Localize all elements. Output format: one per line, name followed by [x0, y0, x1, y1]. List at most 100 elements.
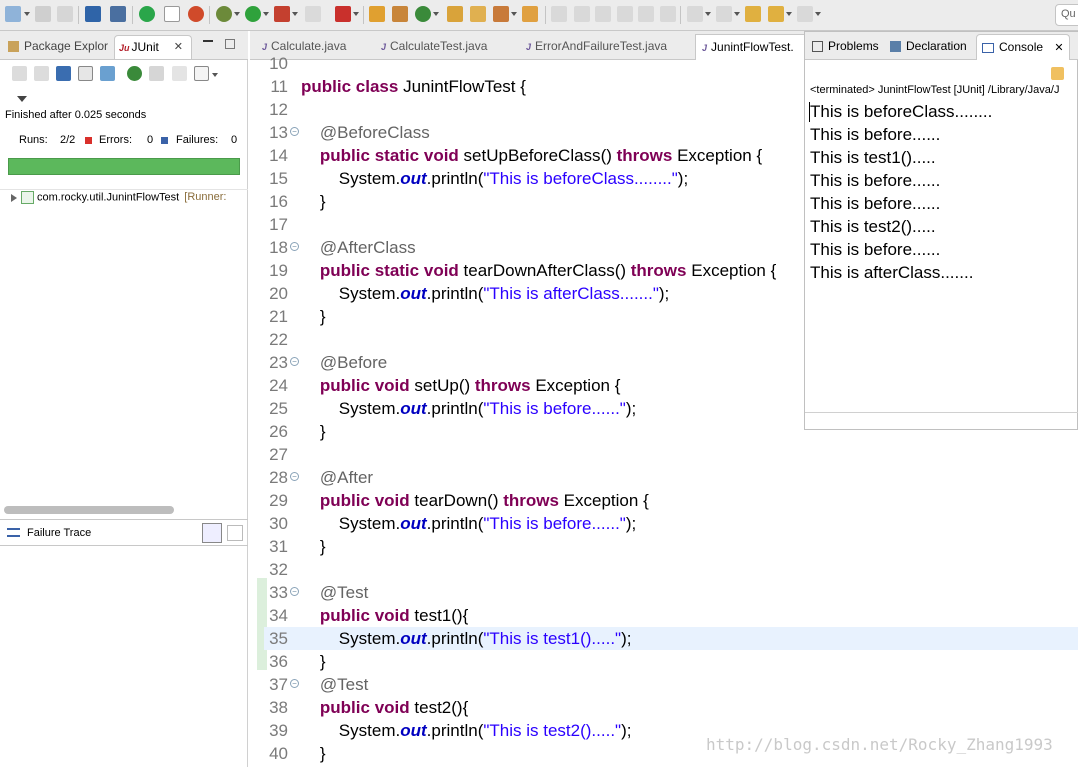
- code-line[interactable]: 31 }: [264, 535, 1078, 558]
- console-output[interactable]: This is beforeClass........ This is befor…: [810, 100, 1075, 284]
- code-line[interactable]: 27: [264, 443, 1078, 466]
- new-dropdown-icon[interactable]: [24, 12, 30, 16]
- test-suite-icon: [21, 191, 34, 204]
- coverage-icon[interactable]: [335, 6, 351, 22]
- pen-icon[interactable]: [574, 6, 590, 22]
- line-number: 19: [269, 261, 288, 280]
- filter-stack-icon[interactable]: [202, 523, 222, 543]
- tab-problems[interactable]: Problems: [809, 34, 885, 60]
- stop-run-icon[interactable]: [149, 66, 164, 81]
- next-annotation-icon[interactable]: [687, 6, 703, 22]
- test-tree-item[interactable]: com.rocky.util.JunintFlowTest [Runner:: [0, 189, 248, 205]
- previous-failure-icon[interactable]: [34, 66, 49, 81]
- tool-dropdown-icon[interactable]: [511, 12, 517, 16]
- code-line[interactable]: 28− @After: [264, 466, 1078, 489]
- quick-access-input[interactable]: Qu: [1055, 4, 1078, 26]
- maximize-icon[interactable]: [225, 39, 235, 49]
- annotation-icon[interactable]: [551, 6, 567, 22]
- compare-results-icon[interactable]: [227, 525, 243, 541]
- new-class-icon[interactable]: [392, 6, 408, 22]
- failure-trace-icon: [7, 528, 20, 537]
- coverage-dropdown-icon[interactable]: [353, 12, 359, 16]
- debug-icon[interactable]: [216, 6, 232, 22]
- browser-icon[interactable]: [188, 6, 204, 22]
- new-icon[interactable]: [5, 6, 21, 22]
- forward-icon[interactable]: [797, 6, 813, 22]
- line-number: 21: [269, 307, 288, 326]
- stop-icon[interactable]: [305, 6, 321, 22]
- prev-annotation-icon[interactable]: [716, 6, 732, 22]
- next-annotation-dropdown-icon[interactable]: [705, 12, 711, 16]
- run-icon[interactable]: [245, 6, 261, 22]
- pilcrow-icon[interactable]: [660, 6, 676, 22]
- expand-arrow-icon[interactable]: [11, 193, 17, 202]
- close-icon[interactable]: ✕: [1054, 42, 1063, 54]
- scroll-lock-icon[interactable]: [78, 66, 93, 81]
- last-edit-icon[interactable]: [745, 6, 761, 22]
- code-line[interactable]: 36 }: [264, 650, 1078, 673]
- horizontal-scrollbar[interactable]: [4, 506, 174, 514]
- fold-icon[interactable]: −: [290, 472, 299, 481]
- code-line[interactable]: 32: [264, 558, 1078, 581]
- tab-console[interactable]: Console ✕: [976, 34, 1070, 60]
- back-dropdown-icon[interactable]: [786, 12, 792, 16]
- next-failure-icon[interactable]: [12, 66, 27, 81]
- line-number: 31: [269, 537, 288, 556]
- rerun-failed-first-icon[interactable]: [127, 66, 142, 81]
- open-folder-icon[interactable]: [447, 6, 463, 22]
- history-dropdown-icon[interactable]: [212, 73, 218, 77]
- search-icon[interactable]: [522, 6, 538, 22]
- power-icon[interactable]: [139, 6, 155, 22]
- code-text: public void test1(){: [319, 606, 469, 625]
- stop-icon[interactable]: [172, 66, 187, 81]
- rerun-icon[interactable]: [100, 66, 115, 81]
- test-history-icon[interactable]: [194, 66, 209, 81]
- minimize-icon[interactable]: [203, 40, 213, 42]
- toggle-view-icon[interactable]: [164, 6, 180, 22]
- fold-icon[interactable]: −: [290, 127, 299, 136]
- show-failures-only-icon[interactable]: [56, 66, 71, 81]
- console-line: This is test2().....: [810, 217, 936, 236]
- fold-icon[interactable]: −: [290, 357, 299, 366]
- show-whitespace-icon[interactable]: [638, 6, 654, 22]
- fold-icon[interactable]: −: [290, 679, 299, 688]
- save-icon[interactable]: [35, 6, 51, 22]
- open-project-icon[interactable]: [470, 6, 486, 22]
- tab-declaration[interactable]: Declaration: [887, 34, 974, 60]
- fold-icon[interactable]: −: [290, 242, 299, 251]
- forward-dropdown-icon[interactable]: [815, 12, 821, 16]
- view-menu-icon[interactable]: [17, 96, 27, 102]
- run-external-icon[interactable]: [274, 6, 290, 22]
- console-line: This is beforeClass........: [810, 102, 993, 121]
- code-line[interactable]: 38 public void test2(){: [264, 696, 1078, 719]
- save-all-icon[interactable]: [57, 6, 73, 22]
- run-dropdown-icon[interactable]: [263, 12, 269, 16]
- code-line[interactable]: 34 public void test1(){: [264, 604, 1078, 627]
- open-type-icon[interactable]: [85, 6, 101, 22]
- close-icon[interactable]: ✕: [174, 36, 183, 58]
- mark-icon[interactable]: [595, 6, 611, 22]
- debug-dropdown-icon[interactable]: [234, 12, 240, 16]
- pin-console-icon[interactable]: [1051, 67, 1064, 80]
- fold-icon[interactable]: −: [290, 587, 299, 596]
- block-icon[interactable]: [617, 6, 633, 22]
- external-dropdown-icon[interactable]: [292, 12, 298, 16]
- code-line[interactable]: 30 System.out.println("This is before...…: [264, 512, 1078, 535]
- code-line[interactable]: 29 public void tearDown() throws Excepti…: [264, 489, 1078, 512]
- code-text: }: [301, 537, 326, 556]
- code-line[interactable]: 35 System.out.println("This is test1()..…: [264, 627, 1078, 650]
- new-java-dropdown-icon[interactable]: [433, 12, 439, 16]
- tab-package-explorer[interactable]: Package Explor: [4, 35, 112, 59]
- left-view-tabs: Package Explor Ju JUnit ✕: [0, 31, 248, 60]
- code-line[interactable]: 33− @Test: [264, 581, 1078, 604]
- code-line[interactable]: 37− @Test: [264, 673, 1078, 696]
- new-java-icon[interactable]: [415, 6, 431, 22]
- new-package-icon[interactable]: [369, 6, 385, 22]
- prev-annotation-dropdown-icon[interactable]: [734, 12, 740, 16]
- back-icon[interactable]: [768, 6, 784, 22]
- tab-junit[interactable]: Ju JUnit ✕: [114, 35, 192, 59]
- skip-breakpoints-icon[interactable]: [110, 6, 126, 22]
- right-view-tabs: Problems Declaration Console ✕: [805, 32, 1078, 60]
- tool-icon[interactable]: [493, 6, 509, 22]
- test-progress-bar: [8, 158, 240, 175]
